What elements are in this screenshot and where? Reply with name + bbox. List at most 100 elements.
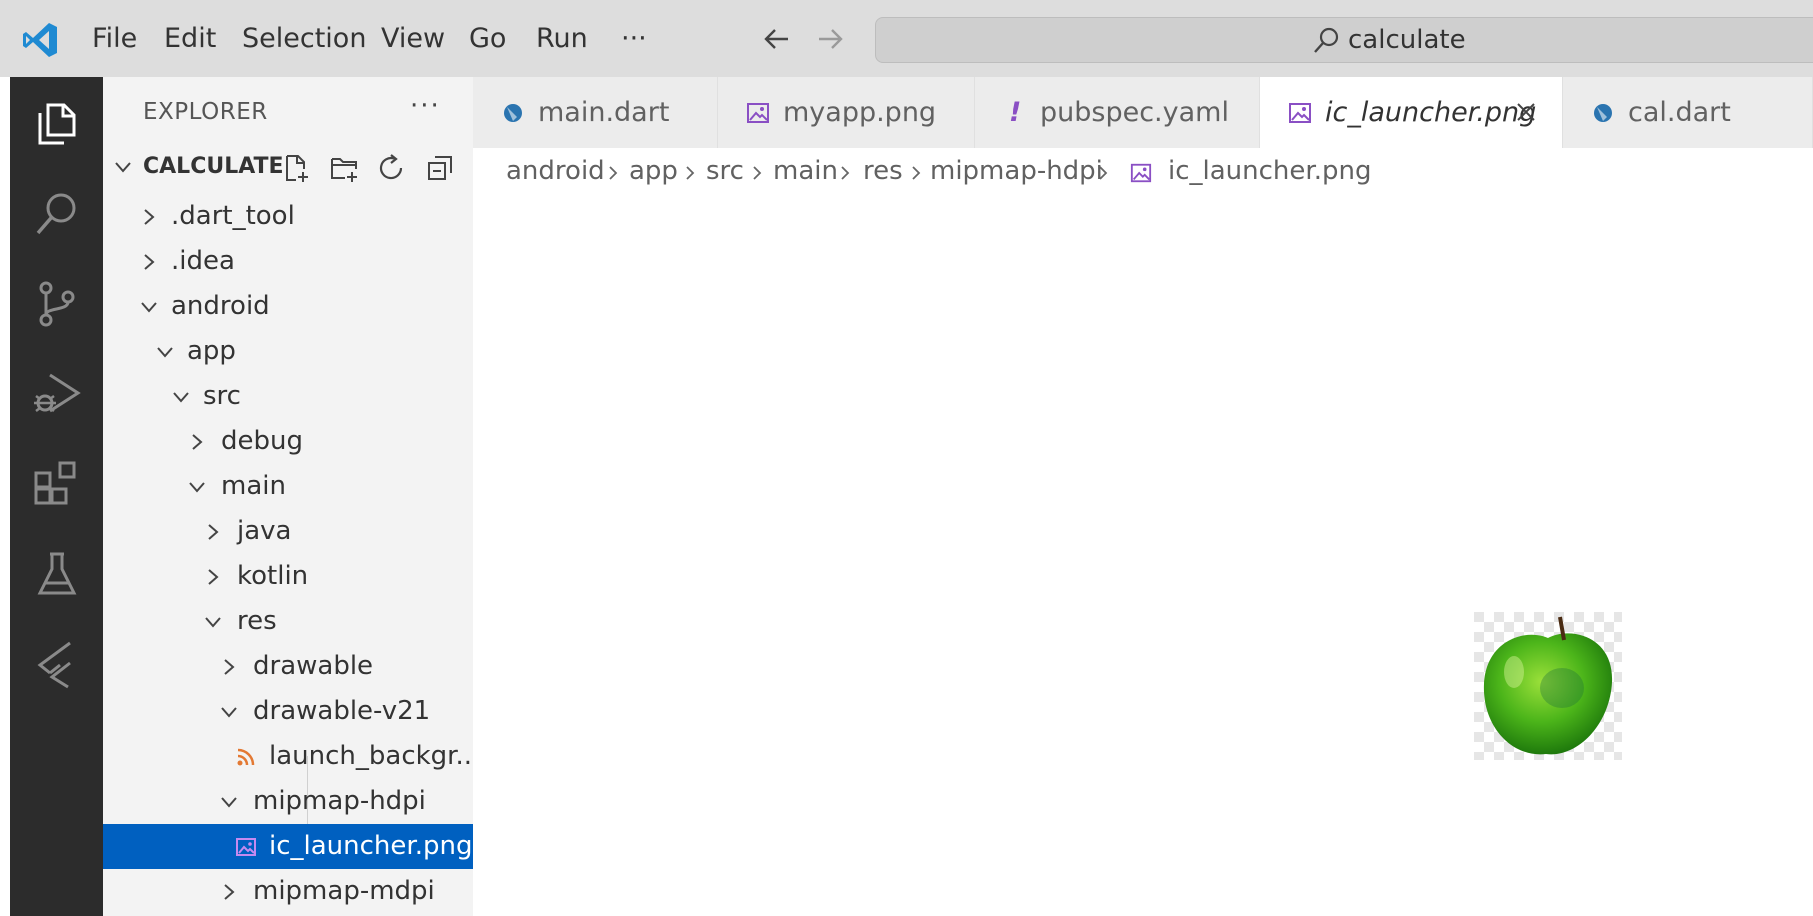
tree-item-launch-background[interactable]: launch_backgr... (103, 734, 473, 779)
xml-file-icon (237, 748, 255, 766)
chevron-right-icon (208, 524, 219, 540)
tree-item-drawable-v21[interactable]: drawable-v21 (103, 689, 473, 734)
tree-item-label: .dart_tool (171, 201, 295, 231)
breadcrumb-item[interactable]: mipmap-hdpi (930, 156, 1103, 186)
title-bar: File Edit Selection View Go Run ··· calc… (0, 0, 1813, 77)
refresh-icon[interactable] (377, 153, 407, 183)
breadcrumb-item[interactable]: main (773, 156, 838, 186)
tree-item-debug[interactable]: debug (103, 419, 473, 464)
breadcrumb-item[interactable]: app (629, 156, 678, 186)
breadcrumb-item[interactable]: android (506, 156, 605, 186)
back-arrow-icon[interactable] (760, 22, 794, 56)
tree-item-label: main (221, 471, 286, 501)
tree-item-label: app (187, 336, 236, 366)
chevron-down-icon (189, 482, 205, 493)
tab-label: myapp.png (783, 97, 937, 128)
tree-item-label: res (237, 606, 277, 636)
tree-item-java[interactable]: java (103, 509, 473, 554)
activity-bar (10, 77, 103, 916)
chevron-right-icon (1099, 166, 1108, 180)
new-folder-icon[interactable] (329, 153, 359, 183)
testing-flask-icon[interactable] (32, 549, 82, 599)
menu-more[interactable]: ··· (615, 20, 653, 58)
tree-item-mipmap-hdpi[interactable]: mipmap-hdpi (103, 779, 473, 824)
forward-arrow-icon[interactable] (813, 22, 847, 56)
dart-file-icon (504, 104, 522, 122)
chevron-right-icon (912, 166, 921, 180)
chevron-right-icon (192, 434, 203, 450)
tree-item-idea[interactable]: .idea (103, 239, 473, 284)
tree-item-dart-tool[interactable]: .dart_tool (103, 194, 473, 239)
tree-item-label: ic_launcher.png (269, 831, 473, 861)
tree-item-label: mipmap-hdpi (253, 786, 426, 816)
menu-run[interactable]: Run (530, 20, 594, 58)
chevron-right-icon (144, 254, 155, 270)
yaml-file-icon: ! (1009, 97, 1022, 128)
chevron-down-icon (173, 392, 189, 403)
tab-label: pubspec.yaml (1040, 97, 1229, 128)
tree-item-mipmap-mdpi[interactable]: mipmap-mdpi (103, 869, 473, 914)
close-icon[interactable] (1515, 101, 1537, 123)
image-file-icon (747, 103, 769, 123)
chevron-right-icon (686, 166, 695, 180)
tree-item-android[interactable]: android (103, 284, 473, 329)
tree-item-label: kotlin (237, 561, 309, 591)
tab-myapp-png[interactable]: myapp.png (718, 77, 975, 148)
breadcrumb-item[interactable]: ic_launcher.png (1168, 156, 1371, 186)
search-icon[interactable] (32, 189, 82, 239)
explorer-icon[interactable] (32, 99, 82, 149)
sidebar-more-actions[interactable]: ··· (410, 91, 441, 121)
chevron-down-icon (141, 302, 157, 313)
workspace-section-header[interactable]: CALCULATE (103, 147, 473, 187)
tree-item-label: android (171, 291, 270, 321)
extensions-icon[interactable] (32, 459, 82, 509)
tab-main-dart[interactable]: main.dart (473, 77, 718, 148)
dart-file-icon (1594, 104, 1612, 122)
chevron-down-icon (115, 162, 131, 173)
breadcrumb-item[interactable]: src (706, 156, 744, 186)
chevron-down-icon (221, 707, 237, 718)
new-file-icon[interactable] (281, 153, 311, 183)
tree-item-res[interactable]: res (103, 599, 473, 644)
image-file-icon (1289, 103, 1311, 123)
image-file-icon (236, 838, 256, 856)
workspace-name: CALCULATE (143, 154, 284, 179)
image-file-icon (1130, 163, 1152, 183)
tree-item-drawable[interactable]: drawable (103, 644, 473, 689)
tab-ic-launcher-png[interactable]: ic_launcher.png (1260, 77, 1563, 148)
source-control-icon[interactable] (32, 279, 82, 329)
tree-item-main[interactable]: main (103, 464, 473, 509)
chevron-right-icon (208, 569, 219, 585)
tree-item-ic-launcher[interactable]: ic_launcher.png (103, 824, 473, 869)
tab-cal-dart[interactable]: cal.dart (1563, 77, 1813, 148)
tree-item-label: src (203, 381, 241, 411)
tab-label: main.dart (538, 97, 670, 128)
tab-pubspec-yaml[interactable]: ! pubspec.yaml (975, 77, 1260, 148)
chevron-right-icon (753, 166, 762, 180)
menu-view[interactable]: View (375, 20, 451, 58)
breadcrumb: android app src main res mipmap-hdpi ic_… (473, 148, 1813, 196)
tree-item-label: debug (221, 426, 303, 456)
chevron-right-icon (224, 659, 235, 675)
tree-item-label: drawable-v21 (253, 696, 431, 726)
command-center-search[interactable]: calculate (875, 17, 1813, 63)
tree-item-kotlin[interactable]: kotlin (103, 554, 473, 599)
menu-file[interactable]: File (86, 20, 143, 58)
search-icon (1314, 27, 1339, 53)
chevron-down-icon (157, 347, 173, 358)
menu-go[interactable]: Go (463, 20, 512, 58)
flutter-icon[interactable] (32, 639, 82, 689)
tree-item-label: launch_backgr... (269, 741, 473, 771)
tab-label: ic_launcher.png (1325, 97, 1537, 128)
search-text: calculate (1348, 25, 1466, 55)
editor-tabs: main.dart myapp.png ! pubspec.yaml ic_la… (473, 77, 1813, 148)
chevron-right-icon (144, 209, 155, 225)
breadcrumb-item[interactable]: res (863, 156, 903, 186)
menu-selection[interactable]: Selection (236, 20, 372, 58)
tree-item-app[interactable]: app (103, 329, 473, 374)
collapse-all-icon[interactable] (425, 153, 455, 183)
menu-edit[interactable]: Edit (158, 20, 222, 58)
run-debug-icon[interactable] (32, 369, 82, 419)
sidebar-title: EXPLORER (143, 99, 268, 125)
tree-item-src[interactable]: src (103, 374, 473, 419)
